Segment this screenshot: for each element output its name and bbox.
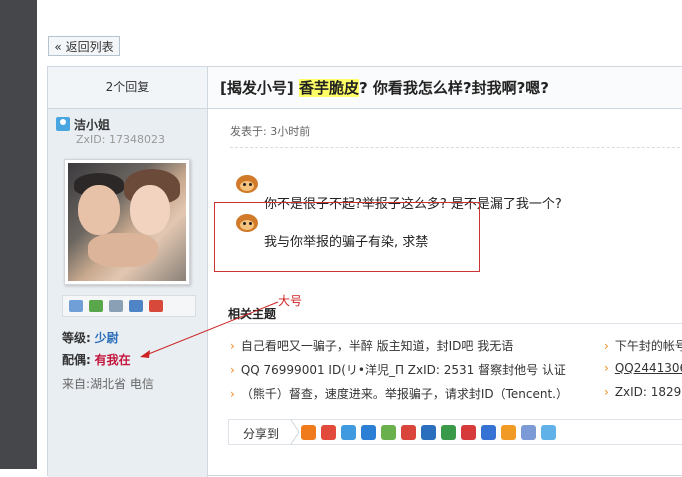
author-sidebar: 2个回复 洁小姐 ZxID: 17348023 等级: 少尉 配偶: 有我在 来…: [48, 67, 208, 477]
title-rest: ? 你看我怎么样?封我啊?嗯?: [358, 79, 549, 97]
sohu-icon[interactable]: [461, 425, 476, 440]
rank-value[interactable]: 少尉: [95, 331, 119, 345]
title-highlight: 香芋脆皮: [298, 79, 359, 97]
rank-label: 等级:: [62, 331, 91, 345]
user-icon: [56, 117, 70, 131]
post-title: [揭发小号] 香芋脆皮? 你看我怎么样?封我啊?嗯?: [220, 77, 549, 98]
share-icons: [301, 425, 556, 440]
related-item[interactable]: › QQ2441306: [604, 361, 682, 375]
author-zxid: ZxID: 17348023: [76, 133, 165, 146]
author-name[interactable]: 洁小姐: [74, 116, 110, 133]
related-item[interactable]: › （熊千）督查，速度进来。举报骗子，请求封ID（Tencent.）: [230, 385, 568, 402]
related-item[interactable]: › 自己看吧又一骗子，半醉 版主知道，封ID吧 我无语: [230, 337, 513, 354]
card-icon[interactable]: [129, 300, 143, 312]
feixin-icon[interactable]: [501, 425, 516, 440]
share-label: 分享到: [243, 427, 280, 441]
pengyou-icon[interactable]: [361, 425, 376, 440]
note-icon[interactable]: [541, 425, 556, 440]
annotation-box: [214, 202, 480, 272]
author-row[interactable]: 洁小姐: [56, 115, 110, 133]
reply-count: 2个回复: [48, 67, 207, 109]
profile-icon[interactable]: [109, 300, 123, 312]
window-left-bar: [0, 0, 37, 469]
rank-line: 等级: 少尉: [62, 329, 119, 346]
post-container: 2个回复 洁小姐 ZxID: 17348023 等级: 少尉 配偶: 有我在 来…: [47, 66, 682, 477]
favorite-icon[interactable]: [521, 425, 536, 440]
annotation-label: 大号: [278, 294, 303, 308]
kaixin-icon[interactable]: [401, 425, 416, 440]
douban-icon[interactable]: [441, 425, 456, 440]
back-to-list-button[interactable]: « 返回列表: [48, 36, 120, 56]
related-item[interactable]: › ZxID: 1829: [604, 385, 681, 399]
qzone-icon[interactable]: [301, 425, 316, 440]
tencent-weibo-icon[interactable]: [341, 425, 356, 440]
baidu-icon[interactable]: [481, 425, 496, 440]
spouse-label: 配偶:: [62, 353, 91, 367]
avatar[interactable]: [64, 159, 190, 285]
post-time: 发表于: 3小时前: [230, 125, 311, 138]
spouse-value[interactable]: 有我在: [95, 353, 131, 367]
post-main: [揭发小号] 香芋脆皮? 你看我怎么样?封我啊?嗯? 发表于: 3小时前 你不是…: [208, 67, 682, 477]
post-divider: [230, 147, 682, 148]
add-friend-icon[interactable]: [89, 300, 103, 312]
author-location: 来自:湖北省 电信: [62, 377, 154, 391]
weibo-icon[interactable]: [321, 425, 336, 440]
monkey-emoji-icon: [234, 173, 260, 197]
title-prefix: [揭发小号]: [220, 79, 294, 97]
blocks-icon[interactable]: [149, 300, 163, 312]
related-topics-title: 相关主题: [228, 307, 277, 321]
related-divider: [228, 323, 682, 324]
related-item[interactable]: › 下午封的帐号: [604, 337, 682, 354]
share-separator-icon: [290, 420, 300, 444]
spouse-line: 配偶: 有我在: [62, 351, 131, 368]
related-item[interactable]: › QQ 76999001 ID(リ•洋児_П ZxID: 2531 督察封他号 …: [230, 361, 566, 378]
qq-icon[interactable]: [381, 425, 396, 440]
share-bar: 分享到: [228, 419, 682, 445]
author-action-bar: [62, 295, 196, 317]
avatar-photo: [68, 163, 186, 281]
mail-icon[interactable]: [69, 300, 83, 312]
renren-icon[interactable]: [421, 425, 436, 440]
